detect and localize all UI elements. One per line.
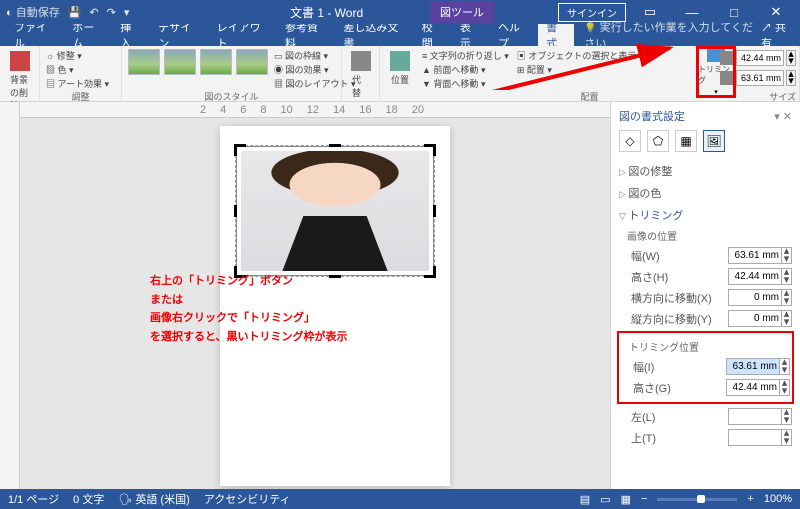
document-title: 文書 1 - Word — [290, 4, 363, 21]
pane-close-icon[interactable]: ▾ ✕ — [774, 110, 792, 123]
shape-height-input[interactable] — [736, 50, 784, 66]
annotation-highlight-crop-position: トリミング位置 幅(I)▴▾ 高さ(G)▴▾ — [617, 331, 794, 404]
language-status[interactable]: 🗣 英語 (米国) — [118, 491, 189, 507]
crop-top-input[interactable] — [728, 429, 782, 446]
inserted-image[interactable] — [241, 151, 429, 271]
qat-more-icon[interactable]: ▾ — [124, 6, 130, 19]
ribbon: 背景の削除 ☼ 修整 ▾ ▧ 色 ▾ ▤ アート効果 ▾ 調整 ▭ 図の枠線 ▾… — [0, 46, 800, 102]
wrap-text-button[interactable]: ≡ 文字列の折り返し ▾ — [422, 49, 509, 62]
height-spinner[interactable]: ▴▾ — [786, 50, 796, 66]
zoom-out-icon[interactable]: − — [641, 493, 647, 505]
view-read-mode-icon[interactable]: ▭ — [600, 493, 610, 506]
horizontal-ruler: 2468101214161820 — [20, 102, 610, 118]
offset-y-input[interactable] — [728, 310, 782, 327]
document-canvas[interactable]: 2468101214161820 右上の「トリミング」ボタン または 画像右クリ… — [20, 102, 610, 489]
accessibility-status[interactable]: アクセシビリティ — [204, 491, 291, 507]
image-crop-frame[interactable] — [236, 146, 434, 276]
section-crop[interactable]: トリミング — [619, 204, 792, 226]
align-button[interactable]: ⊞ 配置 ▾ — [517, 63, 637, 76]
maximize-icon[interactable]: □ — [716, 5, 752, 20]
minimize-icon[interactable]: — — [674, 5, 710, 20]
vertical-ruler — [0, 102, 20, 489]
section-corrections[interactable]: 図の修整 — [619, 160, 792, 182]
close-icon[interactable]: ✕ — [758, 4, 794, 20]
annotation-highlight-crop — [696, 46, 736, 98]
save-icon[interactable]: 💾 — [68, 6, 82, 19]
crop-height-input[interactable] — [728, 268, 782, 285]
zoom-level[interactable]: 100% — [764, 493, 792, 505]
ribbon-tabs: ファイル ホーム 挿入 デザイン レイアウト 参考資料 差し込み文書 校閲 表示… — [0, 24, 800, 46]
autosave-toggle[interactable]: ◐ 自動保存 — [6, 4, 60, 20]
zoom-slider[interactable] — [657, 498, 737, 501]
offset-x-input[interactable] — [728, 289, 782, 306]
send-backward-button[interactable]: ▼ 背面へ移動 ▾ — [422, 77, 509, 90]
subhead-crop-position: トリミング位置 — [621, 337, 790, 356]
artistic-effects-button[interactable]: ▤ アート効果 ▾ — [46, 77, 115, 90]
status-bar: 1/1 ページ 0 文字 🗣 英語 (米国) アクセシビリティ ▤ ▭ ▦ − … — [0, 489, 800, 509]
subhead-image-position: 画像の位置 — [619, 226, 792, 245]
position-button[interactable]: 位置 — [386, 49, 414, 90]
color-button[interactable]: ▧ 色 ▾ — [46, 63, 115, 76]
crop-width-input[interactable] — [728, 247, 782, 264]
view-print-layout-icon[interactable]: ▤ — [580, 493, 590, 506]
selection-pane-button[interactable]: ▣ オブジェクトの選択と表示 — [517, 49, 637, 62]
crop-pos-width-input[interactable] — [726, 358, 780, 375]
word-count[interactable]: 0 文字 — [73, 491, 104, 507]
corrections-button[interactable]: ☼ 修整 ▾ — [46, 49, 115, 62]
pane-tab-effects-icon[interactable]: ⬠ — [647, 130, 669, 152]
annotation-text: 右上の「トリミング」ボタン または 画像右クリックで「トリミング」 を選択すると… — [150, 272, 348, 347]
crop-left-input[interactable] — [728, 408, 782, 425]
ribbon-display-icon[interactable]: ▭ — [632, 4, 668, 20]
view-web-layout-icon[interactable]: ▦ — [621, 493, 631, 506]
pane-title: 図の書式設定 — [619, 108, 685, 124]
undo-icon[interactable]: ↶ — [89, 6, 98, 19]
shape-width-input[interactable] — [736, 70, 784, 86]
crop-pos-height-input[interactable] — [726, 379, 780, 396]
pane-tab-fill-icon[interactable]: ◇ — [619, 130, 641, 152]
section-color[interactable]: 図の色 — [619, 182, 792, 204]
quick-access-toolbar: ◐ 自動保存 💾 ↶ ↷ ▾ — [6, 4, 129, 20]
width-spinner[interactable]: ▴▾ — [786, 70, 796, 86]
contextual-tab-picture-tools: 図ツール — [430, 1, 494, 23]
redo-icon[interactable]: ↷ — [107, 6, 116, 19]
picture-styles-gallery[interactable] — [128, 49, 268, 90]
pane-tab-layout-icon[interactable]: ▦ — [675, 130, 697, 152]
format-picture-pane: 図の書式設定▾ ✕ ◇ ⬠ ▦ 🖼 図の修整 図の色 トリミング 画像の位置 幅… — [610, 102, 800, 489]
page-count[interactable]: 1/1 ページ — [8, 491, 59, 507]
pane-tab-picture-icon[interactable]: 🖼 — [703, 130, 725, 152]
bring-forward-button[interactable]: ▲ 前面へ移動 ▾ — [422, 63, 509, 76]
workspace: 2468101214161820 右上の「トリミング」ボタン または 画像右クリ… — [0, 102, 800, 489]
zoom-in-icon[interactable]: + — [747, 493, 753, 505]
